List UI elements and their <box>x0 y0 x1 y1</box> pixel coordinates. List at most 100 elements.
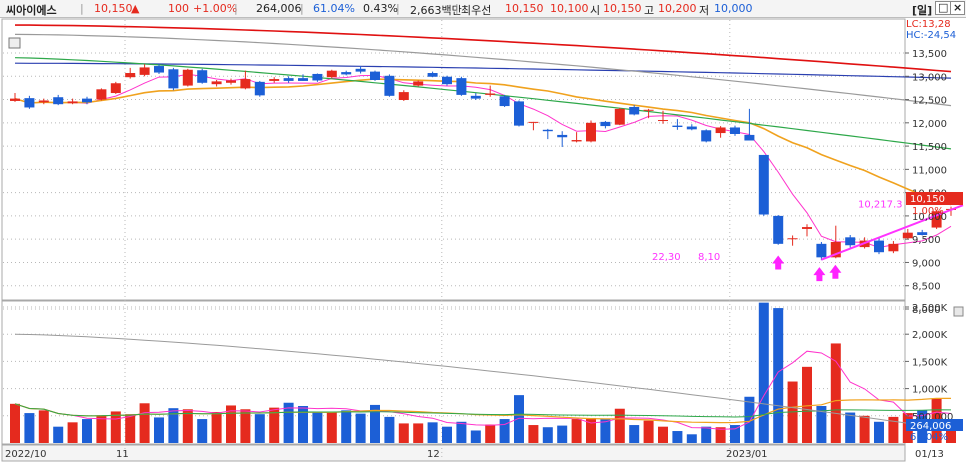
price-tick-label: 13,500 <box>912 49 947 60</box>
current-price: 10,150 <box>94 2 133 15</box>
volume-bar <box>398 423 409 443</box>
separator: | <box>234 2 238 15</box>
stock-chart[interactable]: 10,217.3 22,30 8,10 13,500 13,000 12,500 12… <box>0 18 966 463</box>
close-button[interactable]: × <box>950 1 966 15</box>
separator: | <box>300 2 304 15</box>
price-tick-label: 13,000 <box>912 72 947 83</box>
candle-body <box>758 154 769 215</box>
volume-settings-icon[interactable] <box>953 306 964 317</box>
volume-bar <box>701 426 712 443</box>
restore-button[interactable]: □ <box>935 1 952 15</box>
best-quote-label: 최우선 <box>461 4 492 17</box>
candle-body <box>787 238 798 240</box>
price-tick-label: 8,500 <box>912 282 941 293</box>
ask-price: 10,150 <box>505 2 544 15</box>
candle-body <box>67 101 78 104</box>
volume-bar <box>686 434 697 443</box>
volume-bar <box>427 422 438 443</box>
volume-bar <box>874 421 884 443</box>
last-volume-label: 264,006 <box>910 421 951 432</box>
candle-body <box>888 243 899 252</box>
high-price: 10,200 <box>658 2 697 15</box>
volume-bar <box>384 416 395 443</box>
candle-body <box>240 79 251 89</box>
candle-body <box>600 121 611 127</box>
volume-bar <box>326 411 337 443</box>
volume-bar <box>485 424 496 443</box>
volume-bar <box>442 426 452 443</box>
last-change-label: 1.00% <box>912 206 944 217</box>
price-tick-label: 9,000 <box>912 258 941 269</box>
candle-body <box>802 227 812 229</box>
candle-body <box>485 93 496 95</box>
candle-body <box>427 73 438 77</box>
candle-body <box>125 73 136 78</box>
low-label: 저 <box>699 4 710 17</box>
open-price: 10,150 <box>603 2 642 15</box>
volume-bar <box>542 427 553 443</box>
volume-bar <box>341 410 352 443</box>
candle-body <box>182 69 193 86</box>
volume-bar <box>845 412 856 443</box>
x-tick-label: 2023/01 <box>726 449 768 460</box>
volume-bar <box>830 343 841 443</box>
candle-body <box>269 79 280 81</box>
trend-value-label: 10,217.3 <box>858 199 903 210</box>
volume-tick-label: 1,000K <box>912 385 948 396</box>
volume-bar <box>643 420 654 443</box>
x-tick-label: 11 <box>116 449 129 460</box>
low-value-label: 8,10 <box>698 252 720 263</box>
candle-body <box>355 68 366 72</box>
volume-bar <box>413 423 424 443</box>
volume-tick-label: 2,000K <box>912 330 948 341</box>
volume-ratio: 61.04% <box>313 2 355 15</box>
candle-body <box>586 122 596 142</box>
lc-label: LC:13,28 <box>906 19 951 30</box>
volume-bar <box>528 425 539 443</box>
volume-bar <box>802 366 812 443</box>
volume-bar <box>758 302 769 443</box>
candle-body <box>197 70 208 83</box>
candle-body <box>413 81 424 86</box>
candle-body <box>211 81 222 85</box>
candle-body <box>470 95 481 99</box>
candle-body <box>298 78 308 81</box>
candle-body <box>715 127 726 134</box>
x-tick-label: 2022/10 <box>5 449 47 460</box>
high-label: 고 <box>644 4 655 17</box>
candle-body <box>614 108 625 125</box>
volume-bar <box>197 419 208 443</box>
candle-body <box>557 134 568 138</box>
bid-price: 10,100 <box>550 2 589 15</box>
stock-name[interactable]: 씨아이에스 <box>6 2 57 18</box>
chart-menu-icon[interactable] <box>8 37 21 49</box>
candle-body <box>442 76 452 85</box>
last-price-label: 10,150 <box>910 194 945 205</box>
separator: | <box>396 2 400 15</box>
candle-body <box>658 120 668 122</box>
candle-body <box>816 243 827 258</box>
volume-bar <box>139 403 150 443</box>
volume-bar <box>312 412 323 443</box>
volume-bar <box>211 411 222 443</box>
candle-body <box>10 98 20 101</box>
candle-body <box>24 98 35 108</box>
candle-body <box>773 215 784 244</box>
price-tick-label: 11,000 <box>912 165 947 176</box>
candle-body <box>254 81 265 96</box>
candle-body <box>341 72 352 75</box>
candle-body <box>528 121 539 123</box>
volume-bar <box>82 419 92 443</box>
volume-bar <box>456 421 467 443</box>
volume-bar <box>67 422 78 443</box>
volume-bar <box>470 430 481 443</box>
period-daily-button[interactable]: [일] <box>912 2 932 18</box>
candle-body <box>283 78 294 81</box>
candle-body <box>845 237 856 246</box>
candle-body <box>514 101 524 126</box>
candle-body <box>874 240 884 253</box>
candle-body <box>82 98 92 103</box>
volume-bar <box>629 425 640 443</box>
candle-body <box>154 66 164 73</box>
open-label: 시 <box>590 4 601 17</box>
